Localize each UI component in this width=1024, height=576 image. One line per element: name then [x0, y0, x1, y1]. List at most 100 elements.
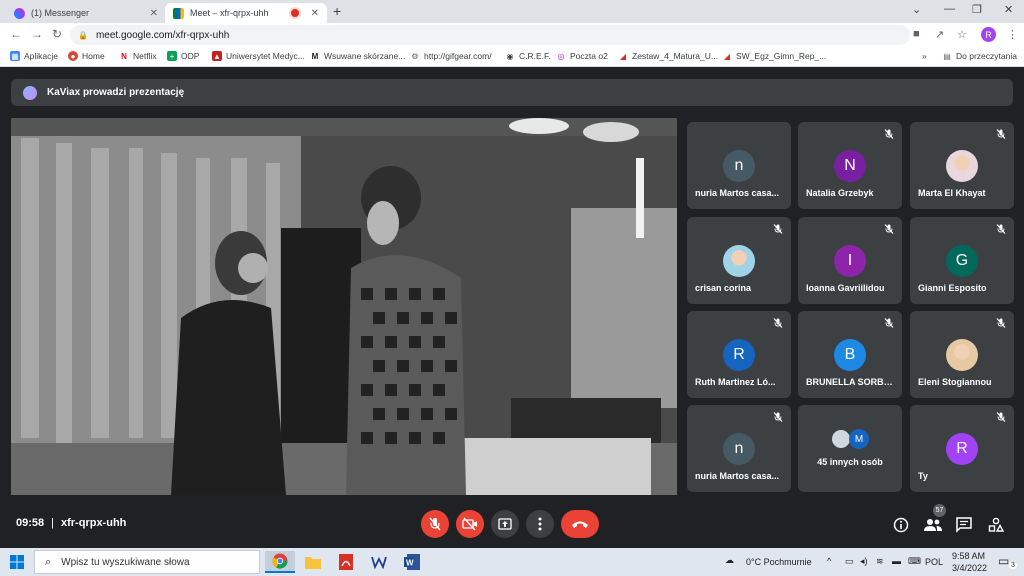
tab-search-icon[interactable]: ⌄ — [912, 3, 921, 16]
more-options-button[interactable] — [526, 510, 554, 538]
wifi-icon[interactable]: ≋ — [876, 556, 884, 567]
plus-icon: + — [167, 51, 177, 61]
tab-title: Meet – xfr-qrpx-uhh — [190, 8, 269, 18]
avatar: B — [834, 339, 866, 371]
volume-icon[interactable]: ◂) — [860, 556, 868, 567]
menu-icon[interactable]: ⋮ — [1007, 28, 1018, 41]
avatar: G — [946, 245, 978, 277]
network-icon[interactable]: ▭ — [845, 556, 854, 567]
bookmarks-bar: ▦ Aplikacje ● Home N Netflix + ODP ▲ Uniwersy… — [0, 47, 1024, 67]
profile-avatar[interactable]: R — [981, 27, 996, 42]
participant-tile[interactable]: n nuria Martos casa... — [687, 405, 791, 492]
messenger-icon — [14, 7, 25, 19]
close-icon[interactable]: ✕ — [311, 8, 319, 19]
bookmark-item[interactable]: ◢ SW_Egz_Gimn_Rep_... — [722, 51, 826, 61]
bookmark-item[interactable]: ◉ C.R.E.F. — [505, 51, 551, 61]
taskbar-search-box[interactable]: ⌕ Wpisz tu wyszukiwane słowa — [34, 550, 260, 574]
keyboard-icon[interactable]: ⌨ — [908, 556, 921, 567]
chat-icon[interactable] — [955, 516, 973, 534]
windows-start-icon[interactable] — [2, 551, 32, 573]
participant-tile[interactable]: G Gianni Esposito — [910, 217, 1014, 304]
tab-title: (1) Messenger — [31, 8, 90, 18]
new-tab-button[interactable]: + — [333, 3, 341, 19]
participant-tile[interactable]: M 45 innych osób — [798, 405, 902, 492]
people-icon[interactable] — [923, 516, 943, 534]
clock-time[interactable]: 9:58 AM — [952, 551, 985, 561]
hang-up-icon — [572, 521, 588, 528]
activities-icon[interactable] — [987, 516, 1005, 534]
pdf-icon: ◢ — [618, 51, 628, 61]
more-bookmarks-icon[interactable]: » — [922, 51, 927, 61]
microphone-toggle-button[interactable] — [421, 510, 449, 538]
mic-off-icon — [773, 318, 783, 328]
acrobat-icon[interactable] — [331, 551, 361, 573]
reading-list[interactable]: ▤ Do przeczytania — [942, 51, 1017, 61]
participant-tile[interactable]: Eleni Stogiannou — [910, 311, 1014, 398]
bookmark-item[interactable]: N Netflix — [119, 51, 157, 61]
meeting-controls: 09:58 | xfr-qrpx-uhh 57 — [0, 504, 1024, 548]
bookmark-item[interactable]: M Wsuwane skórzane... — [310, 51, 405, 61]
participant-tile[interactable]: I Ioanna Gavriilidou — [798, 217, 902, 304]
participant-name: 45 innych osób — [817, 457, 883, 467]
participant-tile[interactable]: n nuria Martos casa... — [687, 122, 791, 209]
avatar-photo — [946, 339, 978, 371]
home-icon: ● — [68, 51, 78, 61]
participant-name: Marta El Khayat — [918, 188, 986, 198]
tab-messenger[interactable]: (1) Messenger ✕ — [6, 3, 166, 23]
weather-text[interactable]: 0°C Pochmurnie — [746, 557, 812, 567]
minimize-icon[interactable]: — — [944, 3, 955, 15]
app-taskbar-icon[interactable] — [364, 551, 394, 573]
bookmark-item[interactable]: ⚙ http://gifgear.com/ — [410, 51, 492, 61]
avatar: N — [834, 150, 866, 182]
clock-date[interactable]: 3/4/2022 — [952, 563, 987, 573]
avatar: n — [723, 433, 755, 465]
camera-toggle-button[interactable] — [456, 510, 484, 538]
chevron-up-icon[interactable]: ^ — [827, 556, 831, 566]
close-window-icon[interactable]: ✕ — [1004, 3, 1013, 16]
tab-meet[interactable]: Meet – xfr-qrpx-uhh ✕ — [165, 3, 327, 23]
avatar: I — [834, 245, 866, 277]
close-icon[interactable]: ✕ — [150, 8, 158, 19]
avatar: R — [723, 339, 755, 371]
participant-tile[interactable]: crisan corina — [687, 217, 791, 304]
url-bar[interactable]: 🔒 meet.google.com/xfr-qrpx-uhh — [70, 25, 910, 45]
participant-name: nuria Martos casa... — [695, 188, 780, 198]
present-now-button[interactable] — [491, 510, 519, 538]
maximize-icon[interactable]: ❐ — [972, 3, 982, 16]
bookmark-item[interactable]: + ODP — [167, 51, 199, 61]
notifications-icon[interactable]: ▭ — [998, 554, 1009, 568]
bookmark-item[interactable]: ◎ Poczta o2 — [556, 51, 608, 61]
reload-icon[interactable]: ↻ — [52, 27, 62, 41]
participant-tile[interactable]: R Ty — [910, 405, 1014, 492]
avatar: R — [946, 433, 978, 465]
participant-tile[interactable]: Marta El Khayat — [910, 122, 1014, 209]
meeting-details-icon[interactable] — [892, 516, 910, 534]
forward-icon[interactable]: → — [31, 27, 43, 41]
bookmark-item[interactable]: ● Home — [68, 51, 105, 61]
participant-name: crisan corina — [695, 283, 752, 293]
weather-icon[interactable]: ☁ — [725, 555, 734, 566]
file-explorer-icon[interactable] — [298, 551, 328, 573]
chrome-taskbar-icon[interactable] — [265, 551, 295, 573]
share-icon[interactable]: ↗ — [935, 28, 944, 41]
word-icon[interactable]: W — [397, 551, 427, 573]
leave-call-button[interactable] — [561, 510, 599, 538]
participant-tile[interactable]: R Ruth Martinez Ló... — [687, 311, 791, 398]
star-icon[interactable]: ☆ — [957, 28, 967, 41]
mic-off-icon — [773, 224, 783, 234]
participant-tile[interactable]: N Natalia Grzebyk — [798, 122, 902, 209]
bookmark-item[interactable]: ◢ Zestaw_4_Matura_U... — [618, 51, 718, 61]
language-indicator[interactable]: POL — [925, 557, 943, 567]
present-icon — [498, 518, 512, 530]
camera-icon[interactable]: ■ — [913, 28, 920, 40]
back-icon[interactable]: ← — [10, 27, 22, 41]
presentation-video[interactable] — [11, 118, 677, 495]
bookmark-item[interactable]: ▦ Aplikacje — [10, 51, 58, 61]
meet-window: KaViax prowadzi prezentację n nuria Mart… — [0, 68, 1024, 548]
bookmark-item[interactable]: ▲ Uniwersytet Medyc... — [212, 51, 305, 61]
battery-icon[interactable]: ▬ — [892, 556, 901, 566]
lock-icon: 🔒 — [78, 30, 88, 40]
netflix-icon: N — [119, 51, 129, 61]
participant-name: Natalia Grzebyk — [806, 188, 874, 198]
participant-tile[interactable]: B BRUNELLA SORBE... — [798, 311, 902, 398]
